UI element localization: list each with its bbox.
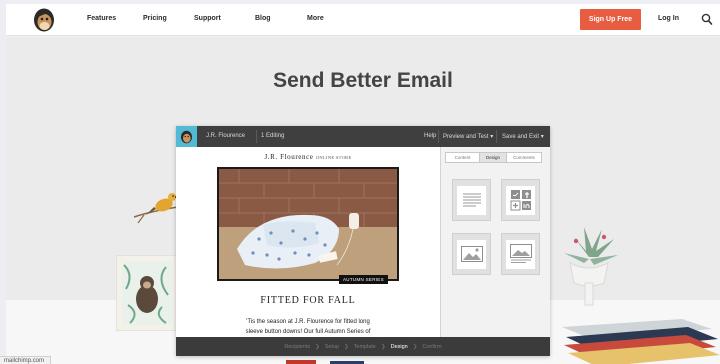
email-heading: FITTED FOR FALL — [260, 295, 356, 306]
side-panel-tabs: Content Design Comments — [445, 152, 542, 163]
freddie-small-logo-icon[interactable] — [176, 126, 197, 147]
tab-content[interactable]: Content — [445, 152, 480, 163]
help-link[interactable]: Help — [424, 133, 436, 139]
email-brand-header: J.R. Flourence ONLINE STORE — [176, 153, 440, 161]
log-in-link[interactable]: Log In — [658, 15, 679, 22]
sign-up-label: Sign Up Free — [588, 16, 633, 23]
tab-comments[interactable]: Comments — [506, 152, 542, 163]
hero-headline: Send Better Email — [273, 69, 453, 92]
book-stack — [562, 307, 720, 364]
toolbar-divider — [496, 130, 497, 143]
step-template[interactable]: Template — [354, 344, 376, 350]
body-line: sleeve button downs! Our full Autumn Ser… — [245, 329, 371, 335]
tab-label: Design — [485, 155, 500, 160]
step-confirm[interactable]: Confirm — [422, 344, 441, 350]
step-setup[interactable]: Setup — [325, 344, 339, 350]
editor-side-panel: Content Design Comments — [440, 147, 550, 337]
email-editor-window: J.R. Flourence 1 Editing Help Preview an… — [176, 126, 550, 356]
chevron-right-icon: ❯ — [344, 343, 349, 350]
text-block-icon — [457, 185, 486, 215]
bird-on-branch-illustration — [133, 185, 180, 230]
nav-features-link[interactable]: Features — [87, 15, 116, 22]
social-block[interactable] — [501, 179, 540, 221]
email-body-text: 'Tis the season at J.R. Flourence for fi… — [226, 317, 390, 337]
nav-pricing-link[interactable]: Pricing — [143, 15, 167, 22]
workflow-breadcrumb: Recipients ❯ Setup ❯ Template ❯ Design ❯… — [176, 337, 550, 356]
body-line: 'Tis the season at J.R. Flourence for fi… — [246, 319, 370, 325]
step-recipients[interactable]: Recipients — [284, 344, 310, 350]
brand-subtitle: ONLINE STORE — [315, 155, 352, 160]
autumn-series-tag: AUTUMN SERIES — [339, 275, 388, 284]
freddie-logo-icon[interactable] — [32, 7, 56, 33]
editing-count: 1 Editing — [261, 133, 285, 139]
top-nav: Features Pricing Support Blog More Sign … — [6, 4, 720, 36]
chevron-right-icon: ❯ — [412, 343, 418, 350]
preview-and-test-dropdown[interactable]: Preview and Test ▾ — [443, 133, 493, 140]
toolbar-divider — [438, 130, 439, 143]
framed-monkey-picture — [115, 254, 179, 336]
text-block[interactable] — [452, 179, 491, 221]
chevron-right-icon: ❯ — [315, 343, 320, 350]
save-and-exit-dropdown[interactable]: Save and Exit ▾ — [502, 133, 544, 140]
sign-up-button[interactable]: Sign Up Free — [580, 9, 641, 30]
image-block[interactable] — [452, 233, 491, 275]
brand-name: J.R. Flourence — [264, 153, 314, 161]
tab-label: Comments — [513, 155, 535, 160]
social-icons-block-icon — [506, 185, 535, 215]
tab-label: Content — [454, 155, 471, 160]
toolbar-divider — [256, 130, 257, 143]
nav-blog-link[interactable]: Blog — [255, 15, 271, 22]
status-bar-url: mailchimp.com — [0, 356, 52, 364]
tab-design[interactable]: Design — [479, 152, 507, 163]
editor-toolbar: J.R. Flourence 1 Editing Help Preview an… — [176, 126, 550, 147]
step-design[interactable]: Design — [391, 344, 408, 350]
image-caption-block-icon — [506, 239, 535, 269]
desk-items — [286, 355, 366, 364]
image-block-icon — [457, 239, 486, 269]
email-canvas[interactable]: J.R. Flourence ONLINE STORE AUTUMN SERIE… — [176, 147, 440, 337]
campaign-name: J.R. Flourence — [206, 133, 246, 139]
hero-shirt-photo[interactable] — [217, 167, 399, 281]
search-icon[interactable] — [701, 12, 713, 26]
image-caption-block[interactable] — [501, 233, 540, 275]
chevron-right-icon: ❯ — [381, 343, 386, 350]
nav-more-link[interactable]: More — [307, 15, 324, 22]
nav-support-link[interactable]: Support — [194, 15, 221, 22]
